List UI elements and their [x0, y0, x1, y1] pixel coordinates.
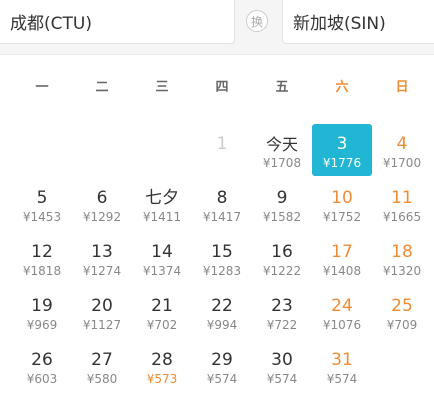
calendar-day-cell[interactable]: 27 ¥580	[72, 340, 132, 392]
day-number: 13	[91, 242, 113, 262]
day-number: 23	[271, 296, 293, 316]
day-number: 22	[211, 296, 233, 316]
calendar-day-cell[interactable]: 19 ¥969	[12, 286, 72, 338]
day-price: ¥1708	[262, 156, 302, 170]
calendar-day-cell[interactable]: 4 ¥1700	[372, 124, 432, 176]
day-price: ¥1408	[322, 264, 362, 278]
day-number: 30	[271, 350, 293, 370]
calendar-day-cell[interactable]: 26 ¥603	[12, 340, 72, 392]
calendar-day-cell[interactable]: 25 ¥709	[372, 286, 432, 338]
price-calendar: 1 今天 ¥1708 3 ¥1776 4 ¥1700 5 ¥1453 6 ¥1292 七夕 ¥1411 8…	[0, 0, 434, 413]
day-number: 5	[36, 188, 48, 208]
day-price: ¥574	[326, 372, 358, 386]
day-number: 21	[151, 296, 173, 316]
day-price: ¥1776	[322, 156, 362, 170]
calendar-day-cell[interactable]: 22 ¥994	[192, 286, 252, 338]
day-price: ¥1818	[22, 264, 62, 278]
day-number: 24	[331, 296, 353, 316]
day-price: ¥709	[386, 318, 418, 332]
day-price: ¥580	[86, 372, 118, 386]
day-price: ¥1582	[262, 210, 302, 224]
day-number: 28	[151, 350, 173, 370]
day-number: 10	[331, 188, 353, 208]
day-number: 16	[271, 242, 293, 262]
calendar-day-cell[interactable]: 今天 ¥1708	[252, 124, 312, 176]
calendar-day-cell[interactable]: 21 ¥702	[132, 286, 192, 338]
day-price: ¥702	[146, 318, 178, 332]
day-price: ¥994	[206, 318, 238, 332]
day-price: ¥1283	[202, 264, 242, 278]
day-price: ¥1274	[82, 264, 122, 278]
calendar-day-cell[interactable]: 11 ¥1665	[372, 178, 432, 230]
day-price: ¥1374	[142, 264, 182, 278]
calendar-day-cell[interactable]: 5 ¥1453	[12, 178, 72, 230]
calendar-day-cell[interactable]: 15 ¥1283	[192, 232, 252, 284]
calendar-day-cell[interactable]: 8 ¥1417	[192, 178, 252, 230]
day-price: ¥573	[146, 372, 178, 386]
calendar-day-cell[interactable]: 29 ¥574	[192, 340, 252, 392]
calendar-day-cell[interactable]: 10 ¥1752	[312, 178, 372, 230]
day-price: ¥1665	[382, 210, 422, 224]
calendar-day-cell[interactable]: 28 ¥573	[132, 340, 192, 392]
day-number: 27	[91, 350, 113, 370]
calendar-day-cell[interactable]: 18 ¥1320	[372, 232, 432, 284]
calendar-day-cell[interactable]: 24 ¥1076	[312, 286, 372, 338]
day-number: 25	[391, 296, 413, 316]
day-number: 31	[331, 350, 353, 370]
day-price: ¥722	[266, 318, 298, 332]
calendar-day-cell[interactable]: 17 ¥1408	[312, 232, 372, 284]
day-number: 6	[96, 188, 108, 208]
day-number: 20	[91, 296, 113, 316]
calendar-day-cell[interactable]: 3 ¥1776	[312, 124, 372, 176]
day-number: 14	[151, 242, 173, 262]
day-price: ¥1453	[22, 210, 62, 224]
day-price: ¥1752	[322, 210, 362, 224]
day-price: ¥1411	[142, 210, 182, 224]
day-number: 17	[331, 242, 353, 262]
calendar-day-cell[interactable]: 七夕 ¥1411	[132, 178, 192, 230]
day-price: ¥1417	[202, 210, 242, 224]
day-number: 19	[31, 296, 53, 316]
day-price: ¥1127	[82, 318, 122, 332]
day-price: ¥1076	[322, 318, 362, 332]
day-number: 12	[31, 242, 53, 262]
calendar-day-cell: 1	[192, 124, 252, 176]
day-number: 11	[391, 188, 413, 208]
calendar-day-cell[interactable]: 16 ¥1222	[252, 232, 312, 284]
day-number: 七夕	[145, 188, 179, 208]
day-number: 15	[211, 242, 233, 262]
calendar-day-cell[interactable]: 30 ¥574	[252, 340, 312, 392]
day-price: ¥1320	[382, 264, 422, 278]
calendar-day-cell[interactable]: 14 ¥1374	[132, 232, 192, 284]
day-number: 26	[31, 350, 53, 370]
day-number: 3	[336, 134, 348, 154]
day-number: 今天	[265, 135, 298, 154]
day-number: 29	[211, 350, 233, 370]
day-price: ¥1292	[82, 210, 122, 224]
day-price: ¥574	[206, 372, 238, 386]
day-number: 8	[216, 188, 228, 208]
day-price: ¥1700	[382, 156, 422, 170]
day-number: 4	[396, 134, 408, 154]
calendar-day-cell[interactable]: 6 ¥1292	[72, 178, 132, 230]
calendar-day-cell[interactable]: 23 ¥722	[252, 286, 312, 338]
calendar-day-cell[interactable]: 12 ¥1818	[12, 232, 72, 284]
calendar-day-cell[interactable]: 13 ¥1274	[72, 232, 132, 284]
day-price: ¥603	[26, 372, 58, 386]
calendar-day-cell[interactable]: 31 ¥574	[312, 340, 372, 392]
day-price: ¥1222	[262, 264, 302, 278]
calendar-day-cell[interactable]: 9 ¥1582	[252, 178, 312, 230]
day-number: 18	[391, 242, 413, 262]
day-price: ¥574	[266, 372, 298, 386]
calendar-day-cell[interactable]: 20 ¥1127	[72, 286, 132, 338]
day-price: ¥969	[26, 318, 58, 332]
day-number: 1	[216, 134, 228, 154]
day-number: 9	[276, 188, 288, 208]
